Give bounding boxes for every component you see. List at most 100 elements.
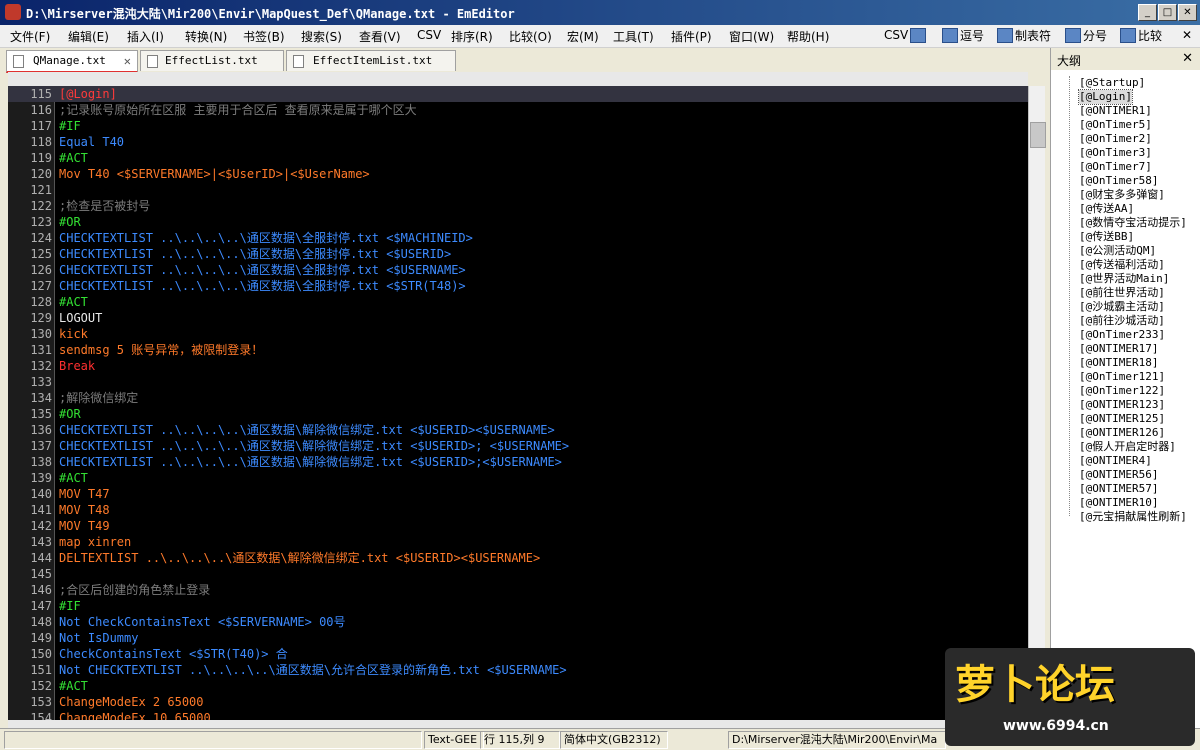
- menu-macro[interactable]: 宏(M): [567, 28, 599, 45]
- code-line[interactable]: 138 CHECKTEXTLIST ..\..\..\..\通区数据\解除微信绑定…: [8, 454, 1028, 470]
- outline-item[interactable]: [@数情夺宝活动提示]: [1079, 216, 1187, 230]
- outline-item[interactable]: [@ONTIMER4]: [1079, 454, 1152, 468]
- outline-item[interactable]: [@公测活动QM]: [1079, 244, 1156, 258]
- tab-effectlist[interactable]: EffectList.txt: [140, 50, 284, 71]
- code-line[interactable]: 136 CHECKTEXTLIST ..\..\..\..\通区数据\解除微信绑定…: [8, 422, 1028, 438]
- code-line[interactable]: 124 CHECKTEXTLIST ..\..\..\..\通区数据\全服封停.t…: [8, 230, 1028, 246]
- code-line[interactable]: 126 CHECKTEXTLIST ..\..\..\..\通区数据\全服封停.t…: [8, 262, 1028, 278]
- menu-tools[interactable]: 工具(T): [613, 28, 654, 45]
- maximize-button[interactable]: □: [1158, 4, 1177, 21]
- outline-item[interactable]: [@OnTimer2]: [1079, 132, 1152, 146]
- outline-item[interactable]: [@OnTimer121]: [1079, 370, 1165, 384]
- outline-item[interactable]: [@OnTimer7]: [1079, 160, 1152, 174]
- code-line[interactable]: 147 #IF: [8, 598, 1028, 614]
- menu-sort[interactable]: 排序(R): [451, 28, 493, 45]
- outline-item[interactable]: [@传送BB]: [1079, 230, 1134, 244]
- menu-edit[interactable]: 编辑(E): [68, 28, 109, 45]
- menu-convert[interactable]: 转换(N): [185, 28, 227, 45]
- tab-qmanage[interactable]: QManage.txt ✕: [6, 50, 138, 73]
- code-line[interactable]: 150 CheckContainsText <$STR(T40)> 合: [8, 646, 1028, 662]
- outline-item[interactable]: [@假人开启定时器]: [1079, 440, 1176, 454]
- tab-close-icon[interactable]: ✕: [124, 51, 131, 71]
- outline-item[interactable]: [@OnTimer3]: [1079, 146, 1152, 160]
- code-line[interactable]: 123 #OR: [8, 214, 1028, 230]
- code-line[interactable]: 152 #ACT: [8, 678, 1028, 694]
- code-line[interactable]: 128 #ACT: [8, 294, 1028, 310]
- code-line[interactable]: 153 ChangeModeEx 2 65000: [8, 694, 1028, 710]
- outline-item[interactable]: [@前往沙城活动]: [1079, 314, 1165, 328]
- menu-csv[interactable]: CSV: [417, 28, 441, 42]
- outline-item[interactable]: [@ONTIMER57]: [1079, 482, 1158, 496]
- minimize-button[interactable]: _: [1138, 4, 1157, 21]
- code-line[interactable]: 139 #ACT: [8, 470, 1028, 486]
- outline-item[interactable]: [@沙城霸主活动]: [1079, 300, 1165, 314]
- status-encoding[interactable]: 简体中文(GB2312): [560, 731, 668, 749]
- code-line[interactable]: 131 sendmsg 5 账号异常，被限制登录！: [8, 342, 1028, 358]
- code-line[interactable]: 141 MOV T48: [8, 502, 1028, 518]
- menu-plugins[interactable]: 插件(P): [671, 28, 712, 45]
- horizontal-scrollbar[interactable]: [8, 720, 1044, 728]
- code-line[interactable]: 125 CHECKTEXTLIST ..\..\..\..\通区数据\全服封停.t…: [8, 246, 1028, 262]
- editor-area[interactable]: 115 [@Login] 116 ;记录账号原始所在区服 主要用于合区后 查看原来是属…: [8, 86, 1028, 720]
- toolbar-tab-button[interactable]: 制表符: [997, 27, 1051, 45]
- code-line[interactable]: 146 ;合区后创建的角色禁止登录: [8, 582, 1028, 598]
- code-line[interactable]: 142 MOV T49: [8, 518, 1028, 534]
- code-line[interactable]: 134 ;解除微信绑定: [8, 390, 1028, 406]
- outline-item[interactable]: [@ONTIMER125]: [1079, 412, 1165, 426]
- menu-view[interactable]: 查看(V): [359, 28, 401, 45]
- code-line[interactable]: 132 Break: [8, 358, 1028, 374]
- outline-item[interactable]: [@Startup]: [1079, 76, 1145, 90]
- outline-item[interactable]: [@Login]: [1078, 89, 1133, 105]
- outline-item[interactable]: [@ONTIMER1]: [1079, 104, 1152, 118]
- code-line[interactable]: 118 Equal T40: [8, 134, 1028, 150]
- outline-item[interactable]: [@ONTIMER18]: [1079, 356, 1158, 370]
- toolbar-semicolon-button[interactable]: 分号: [1065, 27, 1107, 45]
- toolbar-csv-mode-button[interactable]: [910, 27, 928, 45]
- code-line[interactable]: 154 ChangeModeEx 10 65000: [8, 710, 1028, 720]
- code-line[interactable]: 133: [8, 374, 1028, 390]
- code-line[interactable]: 143 map xinren: [8, 534, 1028, 550]
- code-line[interactable]: 145: [8, 566, 1028, 582]
- app-icon[interactable]: [5, 4, 21, 20]
- outline-item[interactable]: [@ONTIMER56]: [1079, 468, 1158, 482]
- outline-item[interactable]: [@传送AA]: [1079, 202, 1134, 216]
- outline-item[interactable]: [@前往世界活动]: [1079, 286, 1165, 300]
- tab-effectitemlist[interactable]: EffectItemList.txt: [286, 50, 456, 71]
- code-line[interactable]: 121: [8, 182, 1028, 198]
- code-line[interactable]: 148 Not CheckContainsText <$SERVERNAME> 0…: [8, 614, 1028, 630]
- toolbar-comma-button[interactable]: 逗号: [942, 27, 984, 45]
- menu-window[interactable]: 窗口(W): [729, 28, 774, 45]
- outline-item[interactable]: [@OnTimer233]: [1079, 328, 1165, 342]
- outline-item[interactable]: [@元宝捐献属性刷新]: [1079, 510, 1187, 524]
- outline-item[interactable]: [@财宝多多弹窗]: [1079, 188, 1165, 202]
- code-line[interactable]: 130 kick: [8, 326, 1028, 342]
- code-line[interactable]: 149 Not IsDummy: [8, 630, 1028, 646]
- outline-item[interactable]: [@ONTIMER126]: [1079, 426, 1165, 440]
- toolbar-close-icon[interactable]: ✕: [1182, 28, 1192, 42]
- toolbar-csv-label[interactable]: CSV: [884, 28, 908, 42]
- code-line[interactable]: 127 CHECKTEXTLIST ..\..\..\..\通区数据\全服封停.t…: [8, 278, 1028, 294]
- code-line[interactable]: 115 [@Login]: [8, 86, 1028, 102]
- outline-item[interactable]: [@OnTimer122]: [1079, 384, 1165, 398]
- menu-file[interactable]: 文件(F): [10, 28, 50, 45]
- code-line[interactable]: 144 DELTEXTLIST ..\..\..\..\通区数据\解除微信绑定.t…: [8, 550, 1028, 566]
- code-line[interactable]: 120 Mov T40 <$SERVERNAME>|<$UserID>|<$Use…: [8, 166, 1028, 182]
- outline-item[interactable]: [@ONTIMER10]: [1079, 496, 1158, 510]
- outline-item[interactable]: [@世界活动Main]: [1079, 272, 1169, 286]
- outline-item[interactable]: [@传送福利活动]: [1079, 258, 1165, 272]
- code-line[interactable]: 129 LOGOUT: [8, 310, 1028, 326]
- code-line[interactable]: 135 #OR: [8, 406, 1028, 422]
- status-mode[interactable]: Text-GEE: [424, 731, 484, 749]
- toolbar-compare-button[interactable]: 比较: [1120, 27, 1162, 45]
- outline-item[interactable]: [@ONTIMER17]: [1079, 342, 1158, 356]
- outline-item[interactable]: [@OnTimer5]: [1079, 118, 1152, 132]
- code-line[interactable]: 116 ;记录账号原始所在区服 主要用于合区后 查看原来是属于哪个区大: [8, 102, 1028, 118]
- menu-help[interactable]: 帮助(H): [787, 28, 829, 45]
- menu-search[interactable]: 搜索(S): [301, 28, 342, 45]
- scrollbar-thumb[interactable]: [1030, 122, 1046, 148]
- vertical-scrollbar[interactable]: [1028, 86, 1046, 720]
- close-button[interactable]: ✕: [1178, 4, 1197, 21]
- outline-item[interactable]: [@OnTimer58]: [1079, 174, 1158, 188]
- code-line[interactable]: 122 ;检查是否被封号: [8, 198, 1028, 214]
- code-line[interactable]: 151 Not CHECKTEXTLIST ..\..\..\..\通区数据\允许…: [8, 662, 1028, 678]
